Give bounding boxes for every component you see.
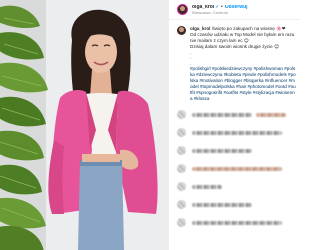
comment-avatar-blurred[interactable] — [177, 200, 186, 209]
post-photo[interactable] — [0, 0, 168, 250]
comment-text-blurred — [192, 184, 222, 189]
comment-avatar-blurred[interactable] — [177, 128, 186, 137]
comment-text-blurred — [192, 112, 252, 117]
comment-item — [177, 128, 296, 137]
post-header: olga_krol ✔ • Obserwuj Warszawa, Centrum — [169, 0, 300, 20]
neck — [90, 70, 112, 96]
avatar[interactable] — [177, 4, 188, 15]
comment-text-blurred — [192, 220, 282, 225]
comment-avatar-blurred[interactable] — [177, 164, 186, 173]
header-text: olga_krol ✔ • Obserwuj Warszawa, Centrum — [192, 5, 248, 15]
post-caption: olga_krol Święto po zakupach na wiosnę 🌸… — [169, 20, 300, 102]
post-photo-illustration — [0, 0, 168, 250]
comment-item — [177, 218, 296, 227]
comment-item — [177, 200, 296, 209]
comment-text-blurred — [192, 148, 252, 153]
follow-button[interactable]: Obserwuj — [225, 5, 248, 10]
verified-badge-icon: ✔ — [215, 4, 220, 9]
caption-text-1: Święto po zakupach na wiosnę 🌸❤ — [211, 26, 286, 31]
location-link[interactable]: Warszawa, Centrum — [192, 10, 248, 15]
comment-avatar-blurred[interactable] — [177, 146, 186, 155]
comment-item — [177, 182, 296, 191]
header-separator: • — [221, 4, 223, 10]
caption-row: olga_krol Święto po zakupach na wiosnę 🌸… — [177, 26, 296, 102]
caption-username[interactable]: olga_krol — [190, 26, 210, 31]
caption-body: olga_krol Święto po zakupach na wiosnę 🌸… — [190, 26, 296, 102]
jeans — [78, 160, 124, 250]
comment-avatar-blurred[interactable] — [177, 218, 186, 227]
comment-text-blurred — [192, 202, 252, 207]
caption-avatar[interactable] — [177, 26, 186, 35]
comment-text-blurred — [192, 166, 282, 171]
comments-list — [177, 110, 296, 236]
comment-emoji-blurred — [256, 112, 286, 117]
caption-hashtags[interactable]: #polishgirl #polskiedziewczyny #polishwo… — [190, 66, 296, 102]
comment-item — [177, 164, 296, 173]
comment-avatar-blurred[interactable] — [177, 110, 186, 119]
comment-item — [177, 146, 296, 155]
comment-text-blurred — [192, 130, 282, 135]
instagram-post: olga_krol ✔ • Obserwuj Warszawa, Centrum… — [0, 0, 300, 250]
post-details-panel: olga_krol ✔ • Obserwuj Warszawa, Centrum… — [168, 0, 300, 250]
username-link[interactable]: olga_krol — [192, 5, 214, 10]
comment-avatar-blurred[interactable] — [177, 182, 186, 191]
comment-item — [177, 110, 296, 119]
header-line: olga_krol ✔ • Obserwuj — [192, 5, 248, 10]
face — [85, 31, 117, 73]
